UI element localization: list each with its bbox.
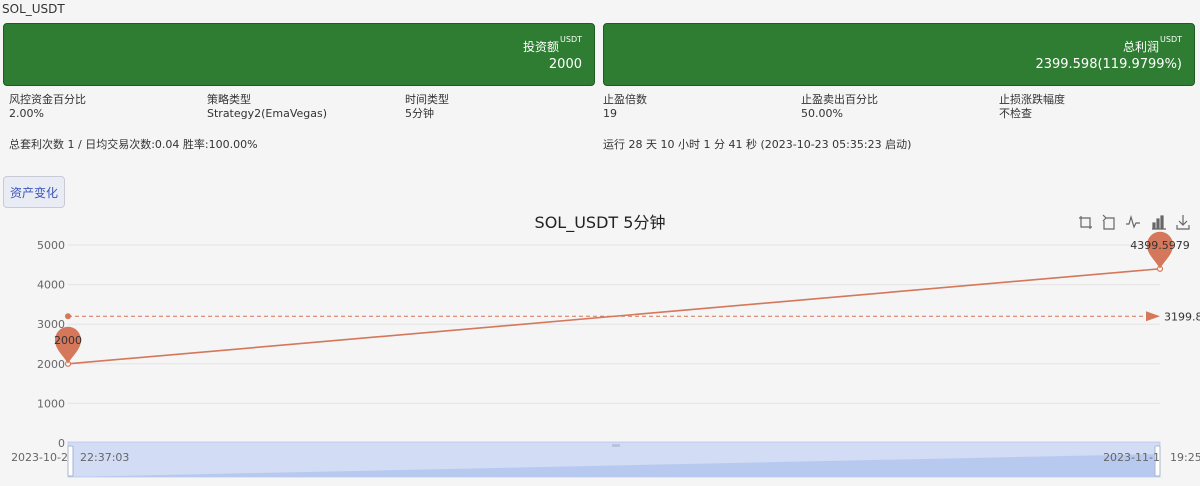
download-icon[interactable] — [1176, 215, 1190, 230]
param-value: 2.00% — [9, 107, 44, 120]
runtime-stats: 运行 28 天 10 小时 1 分 41 秒 (2023-10-23 05:35… — [603, 138, 912, 151]
param-label: 风控资金百分比 — [9, 93, 86, 106]
mark-point-label: 2000 — [54, 334, 82, 347]
param-risk-percent: 风控资金百分比 2.00% — [9, 93, 86, 121]
param-label: 策略类型 — [207, 93, 251, 106]
y-tick-label: 0 — [58, 437, 65, 450]
param-label: 止盈倍数 — [603, 93, 647, 106]
profit-unit: USDT — [1160, 35, 1182, 44]
line-chart-icon[interactable] — [1126, 214, 1140, 229]
param-value: 50.00% — [801, 107, 843, 120]
param-value: 不检查 — [999, 107, 1032, 120]
investment-card: 投资额USDT 2000 — [3, 23, 595, 86]
zoom-reset-icon[interactable] — [1102, 214, 1115, 230]
x-tick-label: 19:25 — [1170, 451, 1200, 464]
data-zoom-selection — [68, 442, 1160, 477]
param-value: 19 — [603, 107, 617, 120]
data-zoom-left-handle[interactable] — [67, 445, 74, 477]
profit-value: 2399.598(119.9799%) — [1035, 57, 1182, 72]
param-strategy-type: 策略类型 Strategy2(EmaVegas) — [207, 93, 327, 121]
asset-chart: SOL_USDT 5分钟 010002000300040005000 3199.… — [11, 213, 1200, 478]
mark-line-arrow — [1146, 311, 1160, 322]
zoom-icon[interactable] — [1079, 216, 1092, 229]
y-tick-label: 4000 — [37, 279, 65, 292]
mark-line-label: 3199.8 — [1164, 310, 1200, 323]
y-tick-label: 5000 — [37, 239, 65, 252]
mark-point-label: 4399.5979 — [1130, 239, 1190, 252]
data-zoom-drag-handle[interactable] — [612, 444, 620, 447]
param-label: 止损涨跌幅度 — [999, 93, 1065, 106]
chart-title: SOL_USDT 5分钟 — [535, 213, 666, 233]
bar-chart-icon[interactable] — [1152, 215, 1166, 230]
mark-points: 2000 4399.5979 — [54, 231, 1190, 364]
data-zoom-start-label: 2023-10-2 — [11, 451, 68, 464]
param-value: Strategy2(EmaVegas) — [207, 107, 328, 120]
toolbox — [1079, 214, 1190, 230]
investment-unit: USDT — [560, 35, 582, 44]
x-tick-label: 22:37:03 — [80, 451, 129, 464]
trade-stats: 总套利次数 1 / 日均交易次数:0.04 胜率:100.00% — [9, 138, 258, 151]
average-mark-line: 3199.8 — [65, 310, 1200, 323]
param-time-type: 时间类型 5分钟 — [405, 93, 449, 121]
param-take-profit-multiple: 止盈倍数 19 — [603, 93, 647, 121]
mark-point: 4399.5979 — [1130, 231, 1190, 269]
investment-label: 投资额USDT — [523, 35, 582, 54]
param-take-profit-sell: 止盈卖出百分比 50.00% — [801, 93, 878, 121]
investment-value: 2000 — [548, 57, 582, 72]
param-label: 时间类型 — [405, 93, 449, 106]
profit-card: 总利润USDT 2399.598(119.9799%) — [603, 23, 1195, 86]
param-value: 5分钟 — [405, 107, 434, 120]
y-tick-label: 2000 — [37, 358, 65, 371]
y-tick-label: 1000 — [37, 397, 65, 410]
y-axis: 010002000300040005000 — [37, 239, 1160, 450]
app-title: SOL_USDT — [2, 2, 65, 16]
data-zoom-end-label: 2023-11-1 — [1103, 451, 1160, 464]
tab-asset-change[interactable]: 资产变化 — [3, 176, 65, 208]
data-zoom-slider[interactable] — [67, 441, 1161, 478]
param-stop-loss: 止损涨跌幅度 不检查 — [999, 93, 1065, 121]
profit-label: 总利润USDT — [1123, 35, 1182, 54]
param-label: 止盈卖出百分比 — [801, 93, 878, 106]
